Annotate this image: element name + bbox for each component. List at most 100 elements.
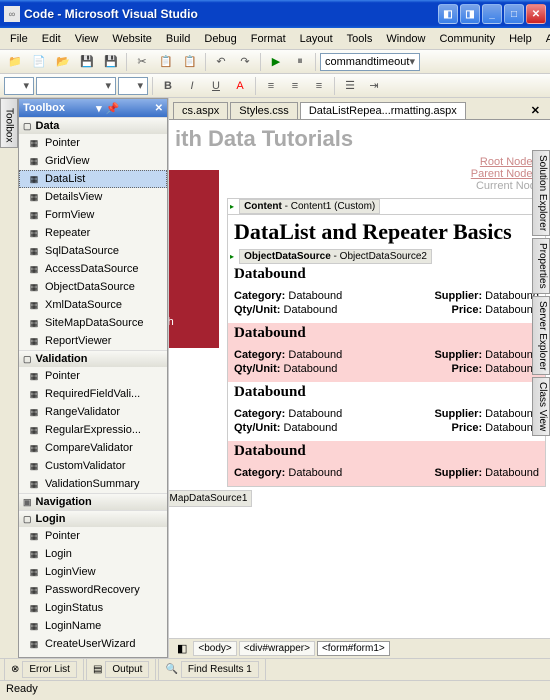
menu-view[interactable]: View	[69, 31, 105, 47]
italic-button[interactable]: I	[181, 76, 203, 96]
tag-path-wrapper[interactable]: <div#wrapper>	[239, 641, 315, 656]
toolbox-item-reportviewer[interactable]: ▦ReportViewer	[19, 332, 167, 350]
start-debug-button[interactable]: ▶	[265, 52, 287, 72]
copy-button[interactable]: 📋	[155, 52, 177, 72]
menu-format[interactable]: Format	[245, 31, 292, 47]
menu-debug[interactable]: Debug	[198, 31, 242, 47]
doc-tab-2[interactable]: DataListRepea...rmatting.aspx	[300, 102, 466, 119]
design-view-button[interactable]: ◧	[173, 641, 191, 656]
menu-edit[interactable]: Edit	[36, 31, 67, 47]
minimize-button[interactable]: _	[482, 4, 502, 24]
tag-path-form[interactable]: <form#form1>	[317, 641, 390, 656]
underline-button[interactable]: U	[205, 76, 227, 96]
layout-button-2[interactable]: ◨	[460, 4, 480, 24]
font-combo[interactable]: ▾	[36, 77, 116, 95]
toolbox-group-login[interactable]: ▢ Login	[19, 510, 167, 527]
solution-explorer-tab[interactable]: Solution Explorer	[532, 150, 550, 236]
toolbox-item-detailsview[interactable]: ▦DetailsView	[19, 188, 167, 206]
doc-tab-0[interactable]: cs.aspx	[173, 102, 228, 119]
breadcrumb-root[interactable]: Root Node	[480, 156, 533, 168]
toolbox-item-login[interactable]: ▦Login	[19, 545, 167, 563]
new-project-button[interactable]: 📁	[4, 52, 26, 72]
smart-tag-icon[interactable]: ▸	[228, 202, 236, 211]
save-button[interactable]: 💾	[76, 52, 98, 72]
undo-button[interactable]: ↶	[210, 52, 232, 72]
output-tab[interactable]: ▤ Output	[86, 658, 156, 681]
toolbox-group-navigation[interactable]: ▣ Navigation	[19, 493, 167, 510]
smart-tag-icon[interactable]: ▸	[228, 252, 236, 261]
toolbox-item-sitemapdatasource[interactable]: ▦SiteMapDataSource	[19, 314, 167, 332]
toolbox-item-datalist[interactable]: ▦DataList	[19, 170, 167, 188]
class-view-tab[interactable]: Class View	[532, 377, 550, 436]
objectdatasource-tag[interactable]: ObjectDataSource - ObjectDataSource2	[239, 249, 432, 264]
toolbox-item-accessdatasource[interactable]: ▦AccessDataSource	[19, 260, 167, 278]
align-left-button[interactable]: ≡	[260, 76, 282, 96]
toolbox-item-formview[interactable]: ▦FormView	[19, 206, 167, 224]
layout-button-1[interactable]: ◧	[438, 4, 458, 24]
save-all-button[interactable]: 💾	[100, 52, 122, 72]
font-color-button[interactable]: A	[229, 76, 251, 96]
doc-tab-1[interactable]: Styles.css	[230, 102, 298, 119]
toolbox-item-createuserwizard[interactable]: ▦CreateUserWizard	[19, 635, 167, 653]
pin-icon[interactable]: 📌	[106, 102, 120, 115]
toolbox-item-validationsummary[interactable]: ▦ValidationSummary	[19, 475, 167, 493]
close-button[interactable]: ✕	[526, 4, 546, 24]
list-button[interactable]: ☰	[339, 76, 361, 96]
align-center-button[interactable]: ≡	[284, 76, 306, 96]
dropdown-icon[interactable]: ▾	[96, 102, 102, 115]
breadcrumb-parent[interactable]: Parent Node	[471, 168, 533, 180]
toolbox-item-pointer[interactable]: ▦Pointer	[19, 134, 167, 152]
menu-window[interactable]: Window	[380, 31, 431, 47]
sitemap-datasource-tag[interactable]: eMapDataSource1	[169, 490, 252, 507]
size-combo[interactable]: ▾	[118, 77, 148, 95]
toolbox-item-pointer[interactable]: ▦Pointer	[19, 367, 167, 385]
cut-button[interactable]: ✂	[131, 52, 153, 72]
toolbox-item-comparevalidator[interactable]: ▦CompareValidator	[19, 439, 167, 457]
toolbox-item-pointer[interactable]: ▦Pointer	[19, 527, 167, 545]
properties-tab[interactable]: Properties	[532, 238, 550, 294]
close-document-button[interactable]: ✕	[525, 102, 546, 119]
content-control-tag[interactable]: Content - Content1 (Custom)	[239, 199, 380, 214]
toolbox-item-passwordrecovery[interactable]: ▦PasswordRecovery	[19, 581, 167, 599]
quick-launch-combo[interactable]: commandtimeout ▾	[320, 53, 420, 71]
toolbox-item-loginstatus[interactable]: ▦LoginStatus	[19, 599, 167, 617]
toolbox-item-requiredfieldvali-[interactable]: ▦RequiredFieldVali...	[19, 385, 167, 403]
find-results-tab[interactable]: 🔍 Find Results 1	[158, 658, 265, 681]
toolbox-item-gridview[interactable]: ▦GridView	[19, 152, 167, 170]
menu-addins[interactable]: Addins	[540, 31, 550, 47]
toolbox-item-sqldatasource[interactable]: ▦SqlDataSource	[19, 242, 167, 260]
add-item-button[interactable]: 📄	[28, 52, 50, 72]
menu-layout[interactable]: Layout	[294, 31, 339, 47]
datalist-control[interactable]: DataboundCategory: DataboundSupplier: Da…	[228, 264, 545, 486]
toolbox-item-changepassword[interactable]: ▦ChangePassword	[19, 653, 167, 657]
menu-website[interactable]: Website	[106, 31, 158, 47]
toolbox-item-objectdatasource[interactable]: ▦ObjectDataSource	[19, 278, 167, 296]
tag-path-body[interactable]: <body>	[193, 641, 236, 656]
toolbox-group-data[interactable]: ▢ Data	[19, 117, 167, 134]
design-canvas[interactable]: ith Data Tutorials Root Node > Parent No…	[169, 120, 550, 638]
error-list-tab[interactable]: ⊗ Error List	[4, 658, 84, 681]
bold-button[interactable]: B	[157, 76, 179, 96]
open-button[interactable]: 📂	[52, 52, 74, 72]
menu-community[interactable]: Community	[433, 31, 501, 47]
element-combo[interactable]: ▾	[4, 77, 34, 95]
menu-tools[interactable]: Tools	[341, 31, 379, 47]
toolbox-item-repeater[interactable]: ▦Repeater	[19, 224, 167, 242]
redo-button[interactable]: ↷	[234, 52, 256, 72]
toolbox-item-regularexpressio-[interactable]: ▦RegularExpressio...	[19, 421, 167, 439]
indent-button[interactable]: ⇥	[363, 76, 385, 96]
menu-build[interactable]: Build	[160, 31, 196, 47]
toolbox-collapsed-tab[interactable]: Toolbox	[0, 98, 18, 148]
toolbox-group-validation[interactable]: ▢ Validation	[19, 350, 167, 367]
maximize-button[interactable]: □	[504, 4, 524, 24]
content-placeholder[interactable]: ▸ Content - Content1 (Custom) DataList a…	[227, 198, 546, 487]
menu-help[interactable]: Help	[503, 31, 538, 47]
menu-file[interactable]: File	[4, 31, 34, 47]
toolbox-item-loginname[interactable]: ▦LoginName	[19, 617, 167, 635]
paste-button[interactable]: 📋	[179, 52, 201, 72]
toolbox-item-xmldatasource[interactable]: ▦XmlDataSource	[19, 296, 167, 314]
server-explorer-tab[interactable]: Server Explorer	[532, 296, 550, 375]
toolbox-item-customvalidator[interactable]: ▦CustomValidator	[19, 457, 167, 475]
toolbox-close-button[interactable]: ✕	[155, 103, 163, 114]
pause-button[interactable]: ⏸	[289, 52, 311, 72]
